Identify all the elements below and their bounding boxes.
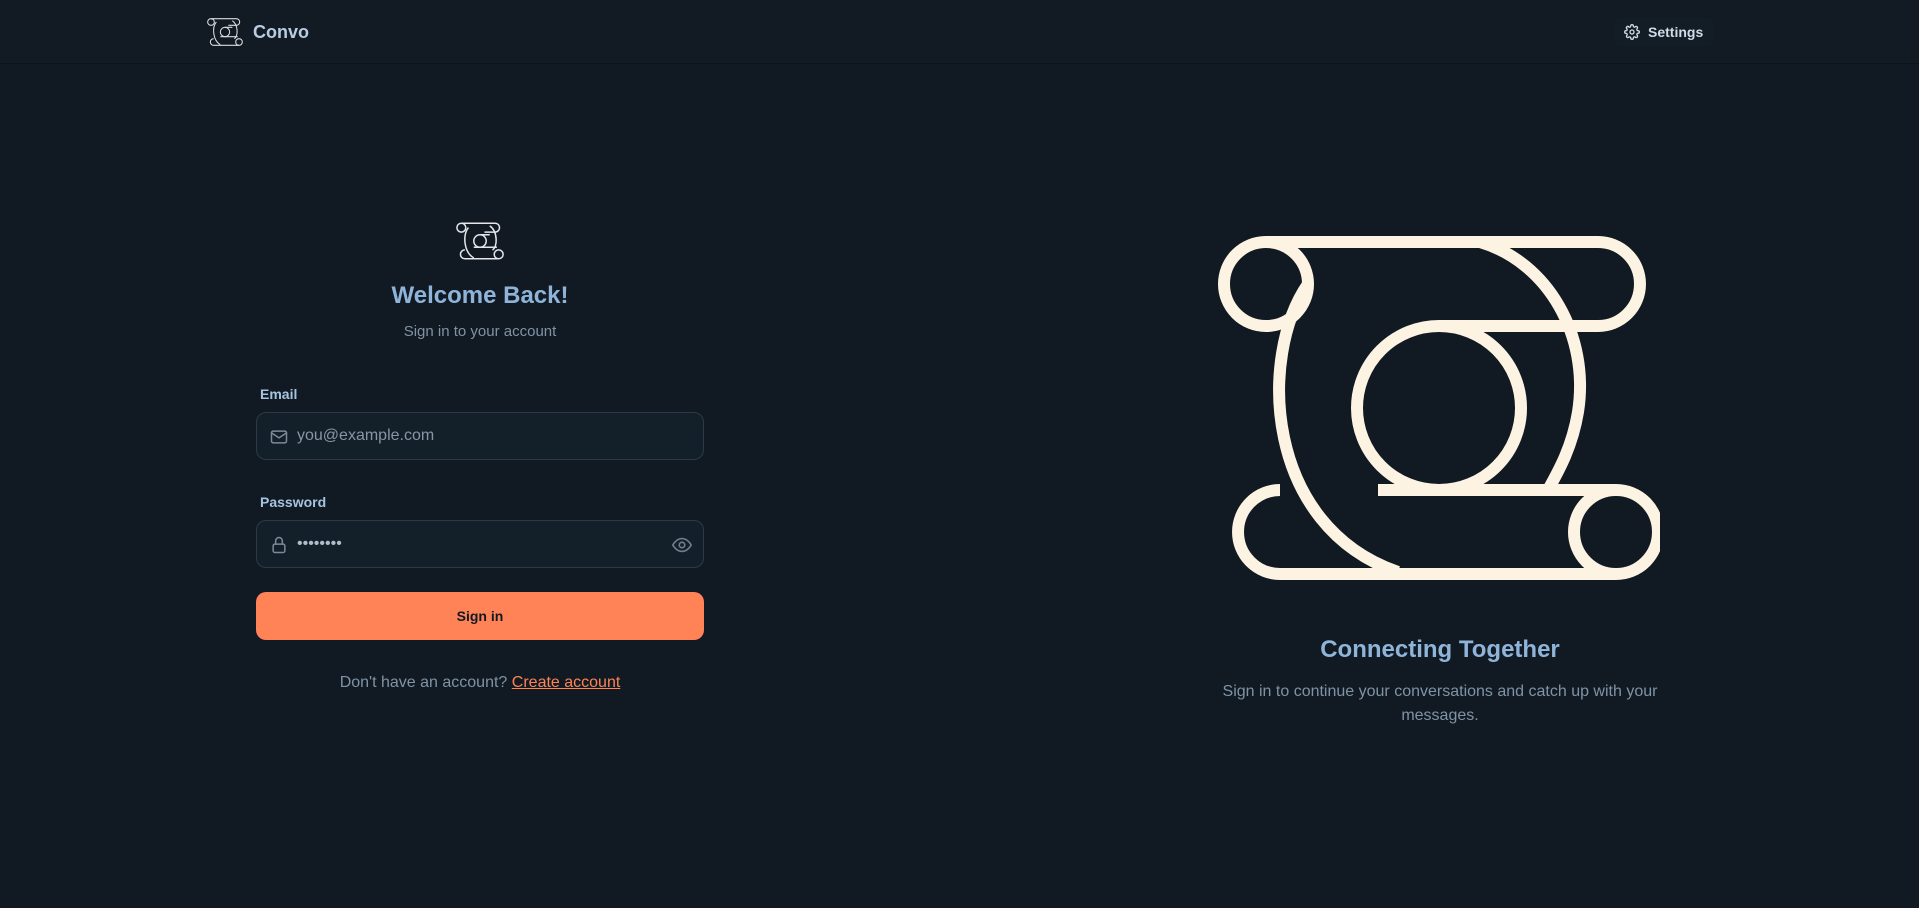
hero-heading: Connecting Together [1320,636,1560,663]
create-account-link[interactable]: Create account [512,674,621,691]
top-navbar: Convo Settings [0,0,1919,64]
settings-button[interactable]: Settings [1614,18,1714,46]
sign-in-button[interactable]: Sign in [256,592,704,640]
password-field-wrapper [256,520,704,568]
welcome-subtitle: Sign in to your account [403,323,557,340]
mail-icon [270,430,288,444]
create-account-prompt: Don't have an account? Create account [255,674,705,692]
convo-logo-illustration-icon [1218,236,1660,580]
brand-name: Convo [253,21,309,42]
no-account-text: Don't have an account? [339,674,508,691]
email-input[interactable] [297,413,657,459]
gear-icon [1624,24,1640,40]
convo-logo-icon [456,222,504,260]
hero-subtitle: Sign in to continue your conversations a… [1222,683,1658,724]
email-field-wrapper [256,412,704,460]
email-label: Email [260,386,298,402]
password-label: Password [260,494,327,510]
convo-logo-icon [207,18,243,46]
password-input[interactable] [297,521,657,567]
brand-home-link[interactable]: Convo [207,16,309,48]
welcome-heading: Welcome Back! [391,282,569,309]
settings-label: Settings [1648,24,1704,40]
eye-icon[interactable] [671,534,693,556]
lock-icon [272,536,286,554]
